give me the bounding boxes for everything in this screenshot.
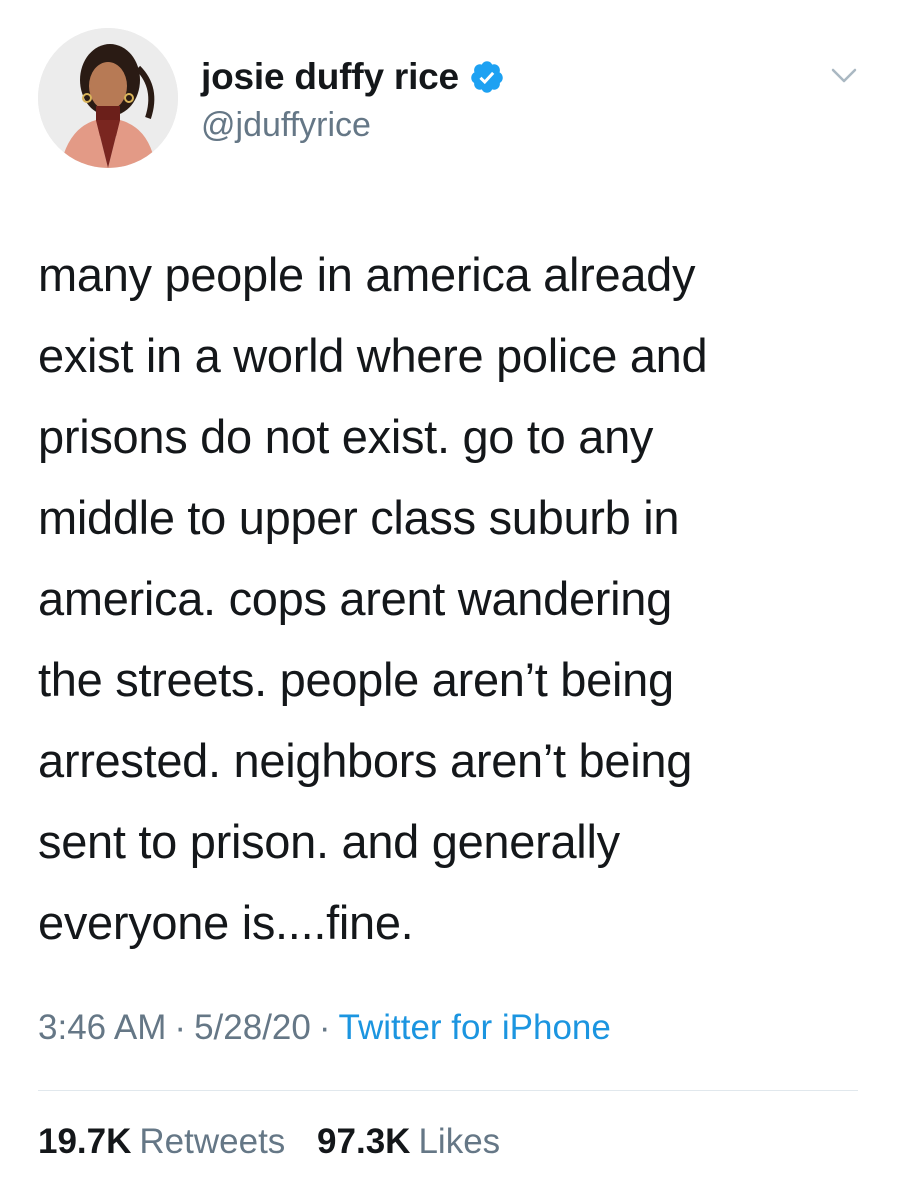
tweet-meta: 3:46 AM · 5/28/20 · Twitter for iPhone (38, 1008, 611, 1048)
display-name[interactable]: josie duffy rice (201, 56, 459, 98)
author-handle[interactable]: @jduffyrice (201, 106, 505, 145)
meta-separator: · (318, 1008, 331, 1047)
meta-separator: · (174, 1008, 187, 1047)
retweets-label: Retweets (139, 1122, 286, 1161)
tweet-source-link[interactable]: Twitter for iPhone (339, 1008, 611, 1047)
likes-count: 97.3K (317, 1122, 411, 1161)
retweets-stat[interactable]: 19.7K Retweets (38, 1122, 285, 1161)
author-names: josie duffy rice @jduffyrice (201, 54, 505, 145)
tweet: josie duffy rice @jduffyrice many people… (0, 0, 897, 1200)
retweets-count: 19.7K (38, 1122, 132, 1161)
tweet-header: josie duffy rice @jduffyrice (38, 28, 868, 170)
display-name-row: josie duffy rice (201, 54, 505, 100)
tweet-time[interactable]: 3:46 AM (38, 1008, 166, 1047)
divider (38, 1090, 858, 1091)
profile-photo-icon (38, 28, 178, 168)
verified-badge-icon (469, 59, 505, 95)
tweet-text: many people in america already exist in … (38, 248, 708, 949)
chevron-down-icon[interactable] (830, 66, 858, 86)
tweet-date[interactable]: 5/28/20 (194, 1008, 311, 1047)
likes-label: Likes (418, 1122, 501, 1161)
likes-stat[interactable]: 97.3K Likes (317, 1122, 500, 1161)
tweet-stats: 19.7K Retweets 97.3K Likes (38, 1122, 500, 1162)
avatar[interactable] (38, 28, 178, 168)
